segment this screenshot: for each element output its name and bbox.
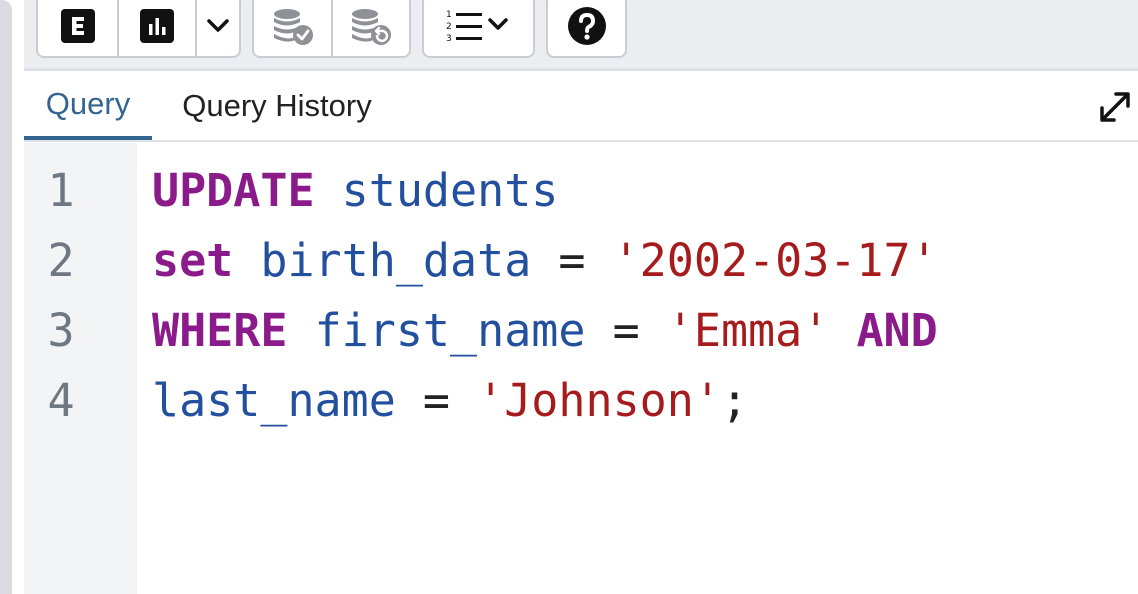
code-line[interactable]: 3 WHERE first_name = 'Emma' AND bbox=[24, 296, 1138, 366]
code-text[interactable]: UPDATE students bbox=[152, 156, 558, 226]
help-circle-icon bbox=[567, 7, 606, 45]
maximize-button[interactable] bbox=[1092, 85, 1138, 129]
macros-dropdown[interactable]: 1 2 3 bbox=[424, 0, 533, 56]
code-token: students bbox=[341, 164, 559, 217]
code-text[interactable]: WHERE first_name = 'Emma' AND bbox=[152, 296, 938, 366]
line-number: 3 bbox=[47, 304, 75, 357]
code-token: 'Johnson' bbox=[477, 374, 721, 427]
left-scrollbar[interactable] bbox=[0, 0, 24, 594]
code-token: UPDATE bbox=[152, 164, 315, 217]
explain-button-group bbox=[36, 0, 241, 58]
database-undo-icon bbox=[351, 9, 391, 45]
numbered-list-icon: 1 2 3 bbox=[446, 10, 508, 44]
code-line[interactable]: 2 set birth_data = '2002-03-17' bbox=[24, 226, 1138, 296]
sql-editor[interactable]: 1 UPDATE students 2 set birth_data = '2002-… bbox=[24, 143, 1138, 594]
line-number: 1 bbox=[47, 164, 75, 217]
code-token: birth_data bbox=[260, 234, 532, 287]
explain-options-dropdown[interactable] bbox=[195, 0, 239, 56]
tab-query-history[interactable]: Query History bbox=[160, 71, 394, 140]
commit-button[interactable] bbox=[254, 0, 331, 56]
code-token: = bbox=[531, 234, 613, 287]
code-token: '2002-03-17' bbox=[612, 234, 938, 287]
svg-text:3: 3 bbox=[446, 34, 452, 44]
bar-chart-icon bbox=[140, 9, 174, 43]
macros-button-group: 1 2 3 bbox=[422, 0, 535, 58]
svg-text:1: 1 bbox=[446, 10, 452, 20]
explain-analyze-button[interactable] bbox=[117, 0, 195, 56]
expand-icon bbox=[1100, 92, 1130, 122]
toolbar: 1 2 3 bbox=[24, 0, 1138, 71]
help-button-group bbox=[546, 0, 627, 58]
code-token: WHERE bbox=[152, 304, 288, 357]
code-token: AND bbox=[856, 304, 938, 357]
code-token: = bbox=[395, 374, 478, 427]
editor-tabs: Query Query History bbox=[24, 71, 1138, 142]
line-number: 4 bbox=[47, 374, 75, 427]
code-line[interactable]: 1 UPDATE students bbox=[24, 156, 1138, 226]
code-token: ; bbox=[720, 374, 749, 427]
code-text[interactable]: last_name = 'Johnson'; bbox=[152, 366, 748, 436]
code-token: first_name bbox=[314, 304, 586, 357]
database-check-icon bbox=[273, 9, 313, 45]
chevron-down-icon bbox=[207, 19, 229, 32]
code-token: last_name bbox=[152, 374, 396, 427]
code-line[interactable]: 4 last_name = 'Johnson'; bbox=[24, 366, 1138, 436]
help-button[interactable] bbox=[548, 0, 625, 56]
tab-query[interactable]: Query bbox=[24, 71, 152, 140]
line-number: 2 bbox=[47, 234, 75, 287]
query-tool: 1 2 3 Query Query History 1 UPDATE stude… bbox=[0, 0, 1138, 594]
transaction-button-group bbox=[252, 0, 411, 58]
rollback-button[interactable] bbox=[331, 0, 408, 56]
explain-button[interactable] bbox=[38, 0, 117, 56]
explain-e-icon bbox=[60, 9, 95, 43]
code-text[interactable]: set birth_data = '2002-03-17' bbox=[152, 226, 938, 296]
svg-text:2: 2 bbox=[446, 22, 452, 32]
code-token: set bbox=[152, 234, 234, 287]
code-token: 'Emma' bbox=[666, 304, 830, 357]
code-token: = bbox=[585, 304, 667, 357]
scrollbar-track[interactable] bbox=[0, 0, 12, 594]
